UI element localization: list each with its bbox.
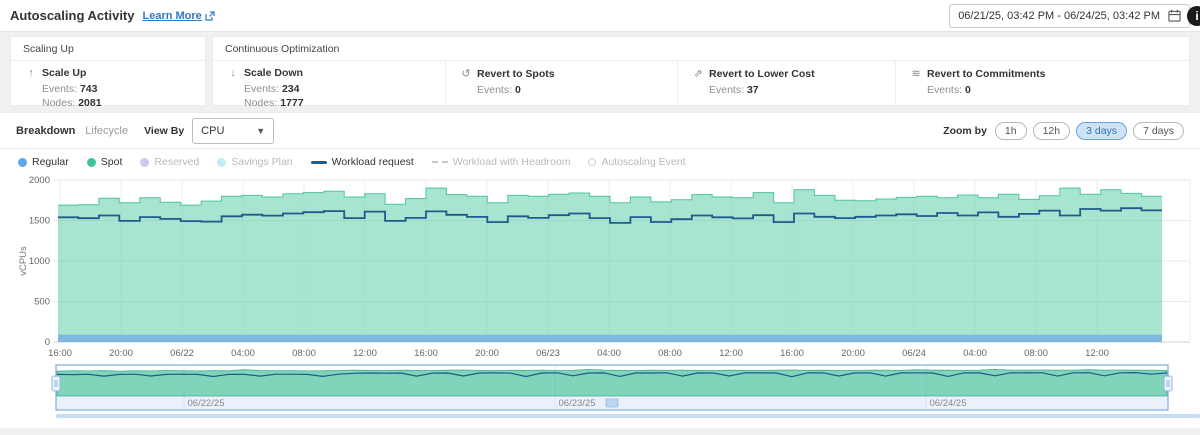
savings-plan-dot-icon bbox=[217, 158, 226, 167]
revert-to-commitments-icon: ≋ bbox=[910, 67, 922, 80]
revert-to-spots-icon: ↺ bbox=[460, 67, 472, 80]
stat-events: Events: 37 bbox=[709, 83, 891, 97]
stat-events: Events: 0 bbox=[927, 83, 1185, 97]
info-icon[interactable]: i bbox=[1187, 6, 1200, 26]
legend-reserved[interactable]: Reserved bbox=[140, 156, 199, 168]
svg-text:vCPUs: vCPUs bbox=[18, 246, 29, 276]
svg-text:06/24: 06/24 bbox=[902, 348, 926, 359]
svg-text:16:00: 16:00 bbox=[780, 348, 804, 359]
svg-text:04:00: 04:00 bbox=[963, 348, 987, 359]
stat-events: Events: 0 bbox=[477, 83, 673, 97]
page-title: Autoscaling Activity bbox=[10, 8, 134, 23]
svg-text:08:00: 08:00 bbox=[292, 348, 316, 359]
svg-text:16:00: 16:00 bbox=[48, 348, 72, 359]
svg-text:500: 500 bbox=[34, 297, 50, 308]
tab-lifecycle[interactable]: Lifecycle bbox=[85, 125, 128, 137]
svg-text:12:00: 12:00 bbox=[1085, 348, 1109, 359]
stat-events: Events: 743 bbox=[42, 82, 102, 96]
learn-more-link[interactable]: Learn More bbox=[142, 10, 214, 22]
legend-workload-with-headroom[interactable]: Workload with Headroom bbox=[432, 156, 571, 168]
legend-autoscaling-event[interactable]: Autoscaling Event bbox=[588, 156, 685, 168]
stat-label: Scale Down bbox=[244, 67, 303, 79]
svg-text:06/24/25: 06/24/25 bbox=[930, 398, 967, 409]
zoom-option-7days[interactable]: 7 days bbox=[1133, 122, 1184, 140]
spot-dot-icon bbox=[87, 158, 96, 167]
svg-text:04:00: 04:00 bbox=[597, 348, 621, 359]
vcpu-area-chart[interactable]: 0 500 1000 1500 2000 vCPUs 16:00 20:00 06/22 04:0… bbox=[0, 172, 1200, 364]
scaling-up-panel: Scaling Up ↑ Scale Up Events: 743 Nodes:… bbox=[10, 36, 206, 106]
legend-workload-request[interactable]: Workload request bbox=[311, 156, 414, 168]
stat-label: Scale Up bbox=[42, 67, 86, 79]
continuous-optimization-title: Continuous Optimization bbox=[213, 37, 1189, 61]
continuous-optimization-panel: Continuous Optimization ↓ Scale Down Eve… bbox=[212, 36, 1190, 106]
zoom-option-12h[interactable]: 12h bbox=[1033, 122, 1071, 140]
navigator-scrollbar-grip[interactable] bbox=[606, 399, 618, 407]
svg-text:2000: 2000 bbox=[29, 175, 50, 186]
stat-revert-to-commitments: ≋ Revert to Commitments Events: 0 bbox=[895, 61, 1189, 105]
stat-revert-to-lower-cost: ⇗ Revert to Lower Cost Events: 37 bbox=[677, 61, 895, 105]
date-range-value: 06/21/25, 03:42 PM - 06/24/25, 03:42 PM bbox=[958, 10, 1160, 22]
calendar-icon bbox=[1168, 9, 1181, 22]
navigator-right-handle[interactable] bbox=[1164, 376, 1172, 391]
svg-text:04:00: 04:00 bbox=[231, 348, 255, 359]
view-by-value: CPU bbox=[201, 125, 224, 137]
stat-scale-up: ↑ Scale Up Events: 743 Nodes: 2081 bbox=[11, 61, 106, 105]
scale-down-icon: ↓ bbox=[227, 67, 239, 79]
zoom-option-3days[interactable]: 3 days bbox=[1076, 122, 1127, 140]
scale-up-icon: ↑ bbox=[25, 67, 37, 79]
svg-text:06/23: 06/23 bbox=[536, 348, 560, 359]
stat-label: Revert to Spots bbox=[477, 68, 555, 80]
legend-spot[interactable]: Spot bbox=[87, 156, 123, 168]
tab-breakdown[interactable]: Breakdown bbox=[16, 125, 75, 137]
svg-text:06/22/25: 06/22/25 bbox=[188, 398, 225, 409]
autoscaling-event-ring-icon bbox=[588, 158, 596, 166]
svg-text:12:00: 12:00 bbox=[353, 348, 377, 359]
view-by-label: View By bbox=[144, 125, 184, 137]
workload-request-line-icon bbox=[311, 161, 327, 164]
view-by-select[interactable]: CPU ▼ bbox=[192, 118, 274, 144]
page-header: Autoscaling Activity Learn More 06/21/25… bbox=[0, 0, 1200, 32]
svg-text:12:00: 12:00 bbox=[719, 348, 743, 359]
svg-text:06/23/25: 06/23/25 bbox=[559, 398, 596, 409]
horizontal-scrollbar[interactable] bbox=[56, 414, 1200, 418]
svg-text:08:00: 08:00 bbox=[658, 348, 682, 359]
zoom-by-label: Zoom by bbox=[943, 125, 987, 137]
svg-text:08:00: 08:00 bbox=[1024, 348, 1048, 359]
stat-revert-to-spots: ↺ Revert to Spots Events: 0 bbox=[445, 61, 677, 105]
chart-controls: Breakdown Lifecycle View By CPU ▼ Zoom b… bbox=[0, 113, 1200, 149]
scaling-up-title: Scaling Up bbox=[11, 37, 205, 61]
stat-label: Revert to Commitments bbox=[927, 68, 1045, 80]
regular-dot-icon bbox=[18, 158, 27, 167]
learn-more-label: Learn More bbox=[142, 10, 201, 22]
stat-label: Revert to Lower Cost bbox=[709, 68, 815, 80]
date-range-picker[interactable]: 06/21/25, 03:42 PM - 06/24/25, 03:42 PM bbox=[949, 4, 1190, 28]
svg-text:16:00: 16:00 bbox=[414, 348, 438, 359]
chart-navigator[interactable]: 06/22/25 06/23/25 06/24/25 bbox=[0, 364, 1200, 420]
reserved-dot-icon bbox=[140, 158, 149, 167]
navigator-left-handle[interactable] bbox=[52, 376, 60, 391]
svg-text:20:00: 20:00 bbox=[109, 348, 133, 359]
external-link-icon bbox=[205, 11, 215, 21]
revert-to-lower-cost-icon: ⇗ bbox=[692, 67, 704, 80]
zoom-option-1h[interactable]: 1h bbox=[995, 122, 1027, 140]
stats-row: Scaling Up ↑ Scale Up Events: 743 Nodes:… bbox=[10, 36, 1190, 106]
legend-savings-plan[interactable]: Savings Plan bbox=[217, 156, 292, 168]
svg-text:0: 0 bbox=[45, 337, 50, 348]
svg-text:1500: 1500 bbox=[29, 216, 50, 227]
stat-nodes: Nodes: 2081 bbox=[42, 96, 102, 110]
stat-nodes: Nodes: 1777 bbox=[244, 96, 441, 110]
chart-legend: Regular Spot Reserved Savings Plan Workl… bbox=[0, 149, 1200, 172]
legend-regular[interactable]: Regular bbox=[18, 156, 69, 168]
svg-text:1000: 1000 bbox=[29, 256, 50, 267]
workload-headroom-line-icon bbox=[432, 161, 448, 163]
svg-text:20:00: 20:00 bbox=[841, 348, 865, 359]
stat-events: Events: 234 bbox=[244, 82, 441, 96]
svg-text:06/22: 06/22 bbox=[170, 348, 194, 359]
chart-panel: Breakdown Lifecycle View By CPU ▼ Zoom b… bbox=[0, 112, 1200, 428]
stat-scale-down: ↓ Scale Down Events: 234 Nodes: 1777 bbox=[213, 61, 445, 105]
chevron-down-icon: ▼ bbox=[256, 126, 265, 136]
svg-text:20:00: 20:00 bbox=[475, 348, 499, 359]
